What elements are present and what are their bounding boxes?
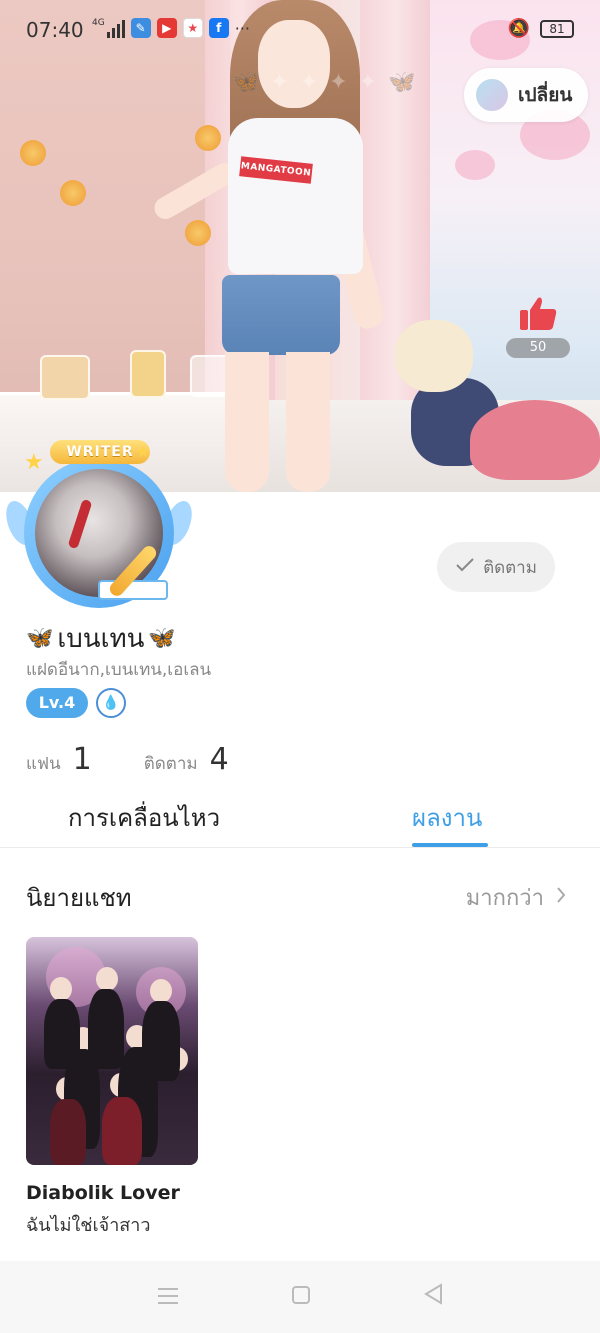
facebook-icon: f <box>208 18 229 38</box>
follow-button[interactable]: ติดตาม <box>437 542 555 592</box>
fans-label[interactable]: แฟน <box>26 750 61 777</box>
butterfly-icon: 🦋 <box>26 626 54 651</box>
hair-streak <box>67 498 93 550</box>
water-drop-icon[interactable]: 💧 <box>96 688 126 718</box>
brush-cup <box>130 350 166 398</box>
fans-count[interactable]: 1 <box>73 742 92 777</box>
chevron-right-icon <box>556 885 566 910</box>
back-icon[interactable] <box>423 1283 443 1311</box>
system-nav-bar <box>0 1261 600 1333</box>
status-right: 🔕 81 <box>508 18 574 39</box>
switch-avatar-icon <box>474 77 510 113</box>
youtube-icon: ▶ <box>156 18 177 38</box>
vibrate-mute-icon: 🔕 <box>507 18 530 39</box>
plush-head <box>395 320 473 392</box>
star-icon: ★ <box>136 442 151 461</box>
cover-detail <box>50 977 72 1001</box>
following-label[interactable]: ติดตาม <box>144 750 198 777</box>
profile-tabs: การเคลื่อนไหว ผลงาน <box>0 788 600 848</box>
signal-icon <box>106 18 125 38</box>
character-shirt <box>228 118 363 274</box>
tab-works[interactable]: ผลงาน <box>412 798 482 837</box>
more-label: มากกว่า <box>465 886 544 911</box>
check-icon <box>455 557 475 578</box>
tab-activity[interactable]: การเคลื่อนไหว <box>68 798 220 837</box>
status-icons: 4G ✎ ▶ ★ f ··· <box>92 18 250 38</box>
butterfly-icon: 🦋 <box>148 626 176 651</box>
star-icon: ★ <box>24 450 44 475</box>
network-type: 4G <box>92 18 105 28</box>
heart-pillow <box>470 400 600 480</box>
cover-detail <box>102 1097 142 1165</box>
avatar-image <box>35 469 163 597</box>
battery-icon: 81 <box>540 19 574 38</box>
thumbs-up-icon <box>518 294 558 332</box>
level-row: Lv.4 💧 <box>26 688 126 718</box>
home-icon[interactable] <box>291 1283 311 1311</box>
menu-icon[interactable] <box>157 1283 179 1311</box>
section-title: นิยายแชท <box>26 884 132 912</box>
username: 🦋 เบนเทน 🦋 <box>26 618 176 659</box>
level-badge[interactable]: Lv.4 <box>26 688 88 718</box>
flower <box>20 140 46 166</box>
follow-label: ติดตาม <box>483 557 537 578</box>
username-text: เบนเทน <box>57 624 145 654</box>
flower <box>60 180 86 206</box>
cover-detail <box>150 979 172 1003</box>
character-shorts <box>222 275 340 355</box>
writer-badge: WRITER <box>50 440 150 464</box>
flower <box>195 125 221 151</box>
following-count[interactable]: 4 <box>210 742 229 777</box>
cover-detail <box>50 1099 86 1165</box>
user-stats: แฟน 1 ติดตาม 4 <box>26 742 269 777</box>
gift-box <box>40 355 90 400</box>
work-title[interactable]: Diabolik Lover <box>26 1182 180 1204</box>
like-count: 50 <box>506 338 570 358</box>
active-tab-indicator <box>412 843 488 847</box>
book-icon <box>98 580 168 600</box>
more-link[interactable]: มากกว่า <box>466 880 566 915</box>
star-app-icon: ★ <box>182 18 203 38</box>
user-tagline: แฝดอีนาก,เบนเทน,เอเลน <box>26 660 212 680</box>
work-cover[interactable] <box>26 937 198 1165</box>
butterfly-watermark: 🦋 ✦ ✦ ✦ ✦ 🦋 <box>232 70 418 95</box>
like-widget[interactable]: 50 <box>506 294 570 358</box>
flower <box>185 220 211 246</box>
switch-background-button[interactable]: เปลี่ยน <box>464 68 588 122</box>
switch-label: เปลี่ยน <box>518 84 573 106</box>
status-bar: 07:40 4G ✎ ▶ ★ f ··· 🔕 81 <box>0 0 600 58</box>
status-time: 07:40 <box>26 18 84 42</box>
character-leg <box>286 352 330 492</box>
work-subtitle[interactable]: ฉันไม่ใช่เจ้าสาว <box>26 1210 151 1239</box>
glass-jar <box>190 355 230 397</box>
character-leg <box>225 352 269 492</box>
avatar[interactable]: WRITER ★ ★ <box>0 440 198 610</box>
more-notifications-icon: ··· <box>234 18 250 38</box>
blossom <box>455 150 495 180</box>
cover-detail <box>96 967 118 991</box>
app-notification-icon: ✎ <box>130 18 151 38</box>
